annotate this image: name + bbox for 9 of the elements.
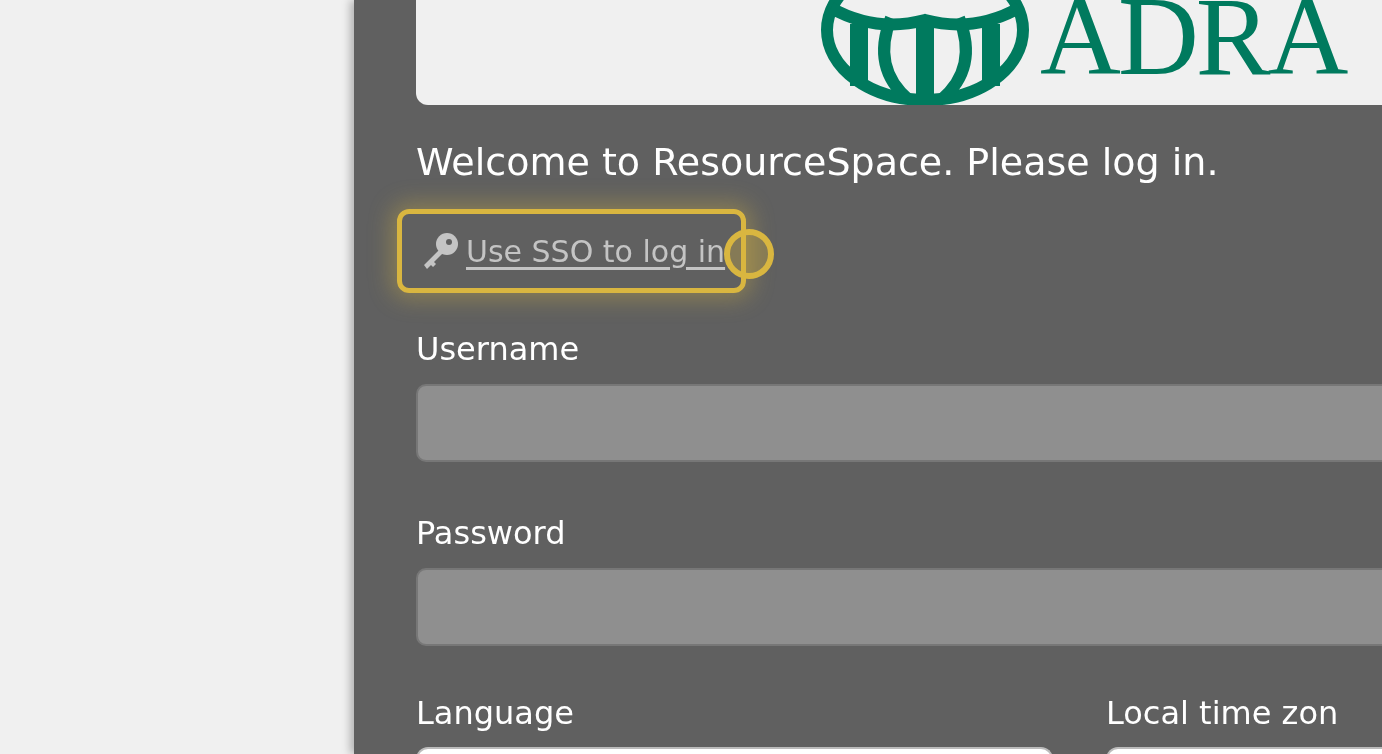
people-globe-icon bbox=[821, 0, 1029, 105]
field-label: Username bbox=[416, 329, 581, 369]
field-label: Local time zon bbox=[1106, 693, 1340, 733]
input-field[interactable] bbox=[416, 384, 1382, 462]
field-label: Language bbox=[416, 693, 575, 733]
sso-link[interactable]: Use SSO to log in bbox=[397, 209, 747, 293]
input-field[interactable] bbox=[416, 568, 1382, 646]
field-label: Password bbox=[416, 513, 567, 553]
welcome-message: Welcome to ResourceSpace. Please log in. bbox=[416, 139, 1220, 185]
